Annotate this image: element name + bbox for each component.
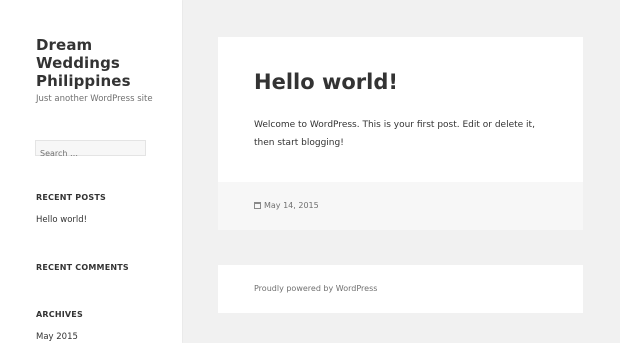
recent-post-link[interactable]: Hello world!	[36, 215, 87, 225]
post-card: Hello world! Welcome to WordPress. This …	[218, 37, 583, 230]
post-content: Welcome to WordPress. This is your first…	[254, 120, 535, 148]
calendar-icon	[254, 202, 261, 209]
recent-posts-heading: RECENT POSTS	[36, 193, 106, 202]
site-title[interactable]: Dream Weddings Philippines	[36, 36, 166, 90]
site-footer: Proudly powered by WordPress	[218, 265, 583, 313]
search-input[interactable]	[36, 146, 145, 161]
post-title[interactable]: Hello world!	[254, 70, 398, 94]
site-description: Just another WordPress site	[36, 94, 153, 104]
post-date-label: May 14, 2015	[264, 201, 319, 210]
footer-credit-link[interactable]: Proudly powered by WordPress	[254, 284, 377, 293]
post-date[interactable]: May 14, 2015	[254, 201, 319, 210]
post-footer: May 14, 2015	[218, 182, 583, 230]
search-box	[35, 140, 146, 161]
sidebar: Dream Weddings Philippines Just another …	[0, 0, 182, 343]
archives-heading: ARCHIVES	[36, 310, 83, 319]
recent-comments-heading: RECENT COMMENTS	[36, 263, 129, 272]
archive-link[interactable]: May 2015	[36, 332, 78, 342]
